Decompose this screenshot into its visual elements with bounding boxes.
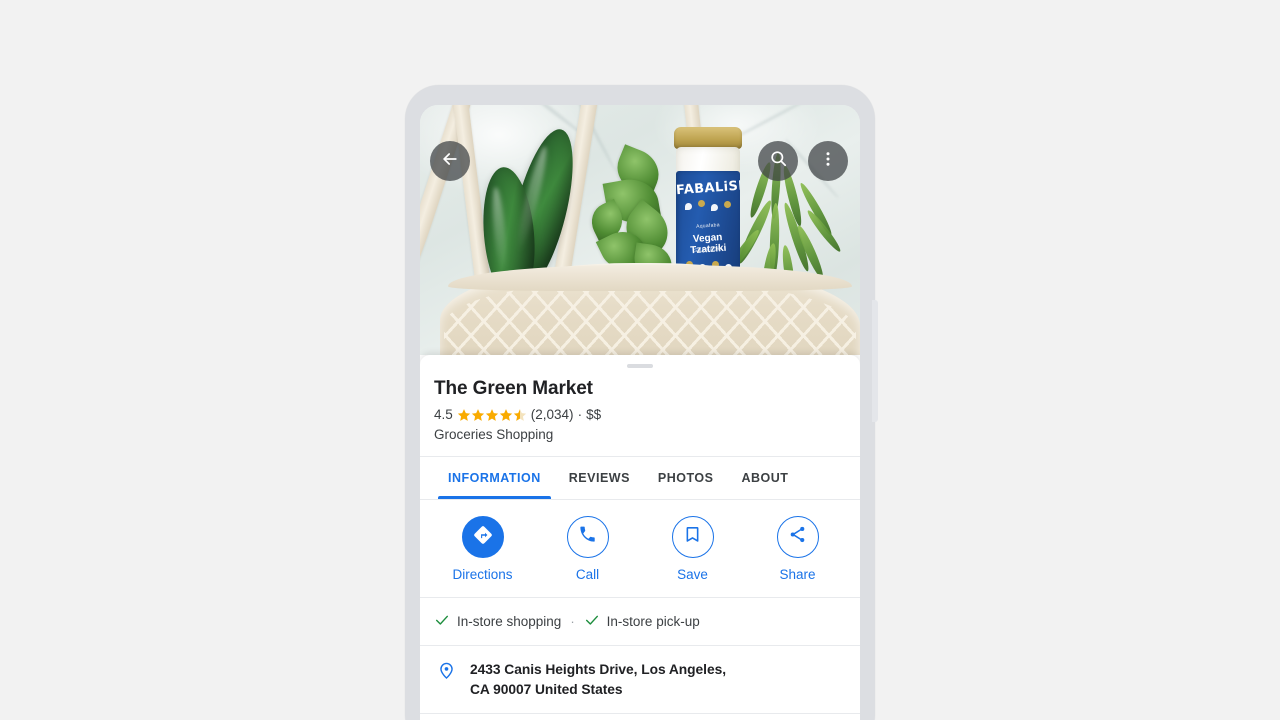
share-icon — [788, 525, 807, 549]
place-hero-photo[interactable]: FABALiSH Aquafaba Vegan Tzatziki Sauce &… — [420, 105, 860, 355]
jar-line1-text: Aquafaba — [695, 222, 721, 230]
price-level: $$ — [586, 407, 602, 422]
jar-lid — [674, 127, 742, 149]
save-label: Save — [677, 567, 708, 582]
review-count: (2,034) — [530, 407, 574, 422]
back-button[interactable] — [430, 141, 470, 181]
address-line-2: CA 90007 United States — [470, 681, 623, 697]
check-icon — [584, 612, 600, 631]
phone-screen: FABALiSH Aquafaba Vegan Tzatziki Sauce &… — [420, 105, 860, 720]
place-header: The Green Market 4.5 (2,034) · $$ Grocer… — [420, 368, 860, 456]
call-button[interactable]: Call — [545, 516, 631, 583]
save-icon-circle — [671, 516, 714, 558]
jar-brand-text: FABALiSH — [676, 178, 740, 199]
share-label: Share — [779, 567, 816, 582]
star-icon — [485, 408, 499, 422]
phone-icon — [578, 525, 597, 549]
check-icon — [434, 612, 450, 631]
search-icon — [769, 149, 788, 173]
star-icon — [471, 408, 485, 422]
directions-icon — [472, 524, 494, 551]
service-label: In-store shopping — [457, 614, 562, 629]
service-label: In-store pick-up — [606, 614, 700, 629]
place-title: The Green Market — [434, 378, 593, 399]
place-details-sheet: The Green Market 4.5 (2,034) · $$ Grocer… — [420, 355, 860, 720]
arrow-left-icon — [440, 149, 460, 174]
address-text: 2433 Canis Heights Drive, Los Angeles, C… — [470, 660, 726, 699]
directions-button[interactable]: Directions — [440, 516, 526, 583]
more-options-button[interactable] — [808, 141, 848, 181]
search-button[interactable] — [758, 141, 798, 181]
marble-vein — [491, 105, 589, 140]
rating-value: 4.5 — [434, 407, 453, 422]
share-icon-circle — [776, 516, 819, 558]
action-buttons-row: Directions Call Save Share — [420, 500, 860, 598]
service-in-store-shopping: In-store shopping — [434, 612, 561, 631]
service-separator: · — [570, 614, 575, 629]
place-tabs: INFORMATION REVIEWS PHOTOS ABOUT — [420, 456, 860, 500]
hero-photo-background: FABALiSH Aquafaba Vegan Tzatziki Sauce &… — [420, 105, 860, 355]
bookmark-icon — [683, 525, 702, 549]
call-label: Call — [575, 567, 600, 582]
services-row: In-store shopping · In-store pick-up — [420, 598, 860, 646]
tab-information[interactable]: INFORMATION — [434, 457, 555, 499]
share-button[interactable]: Share — [755, 516, 841, 583]
address-row[interactable]: 2433 Canis Heights Drive, Los Angeles, C… — [420, 646, 860, 714]
rating-row: 4.5 (2,034) · $$ — [434, 407, 846, 422]
star-half-icon — [513, 408, 527, 422]
star-rating — [457, 408, 527, 422]
star-icon — [499, 408, 513, 422]
address-line-1: 2433 Canis Heights Drive, Los Angeles, — [470, 662, 726, 677]
more-vertical-icon — [819, 150, 837, 173]
place-category: Groceries Shopping — [434, 427, 554, 442]
save-button[interactable]: Save — [650, 516, 736, 583]
tab-reviews[interactable]: REVIEWS — [555, 457, 644, 499]
phone-power-button[interactable] — [872, 300, 878, 422]
tab-about[interactable]: ABOUT — [727, 457, 802, 499]
rating-separator: · — [577, 407, 583, 422]
star-icon — [457, 408, 471, 422]
screenshot-stage: FABALiSH Aquafaba Vegan Tzatziki Sauce &… — [0, 0, 1280, 720]
directions-icon-circle — [461, 516, 504, 558]
directions-label: Directions — [452, 567, 513, 582]
location-pin-icon — [434, 660, 458, 680]
next-info-row-partial[interactable] — [420, 714, 860, 720]
service-in-store-pickup: In-store pick-up — [584, 612, 700, 631]
tab-photos[interactable]: PHOTOS — [644, 457, 728, 499]
call-icon-circle — [566, 516, 609, 558]
